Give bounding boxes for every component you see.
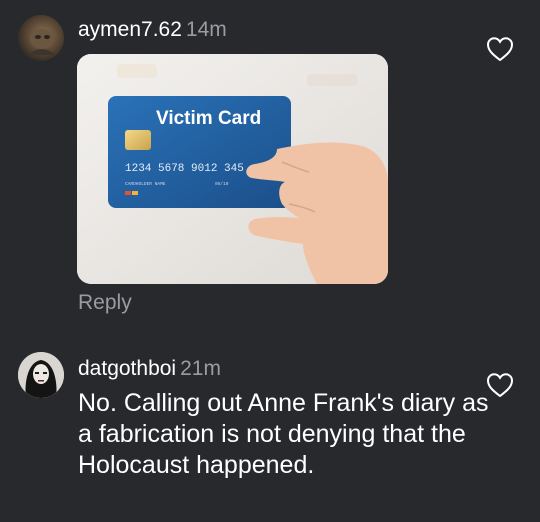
comment-2: datgothboi 21m No. Calling out Anne Frank… bbox=[0, 340, 540, 522]
avatar[interactable] bbox=[18, 15, 64, 61]
timestamp: 14m bbox=[185, 18, 227, 41]
username[interactable]: aymen7.62 bbox=[78, 18, 182, 41]
comment-text: No. Calling out Anne Frank's diary as a … bbox=[78, 389, 489, 479]
comment-header: aymen7.62 14m bbox=[78, 18, 227, 42]
card-expiry: 05/19 bbox=[215, 181, 229, 187]
timestamp: 21m bbox=[180, 357, 221, 380]
avatar[interactable] bbox=[18, 352, 64, 398]
card-holder: CARDHOLDER NAME bbox=[125, 181, 166, 187]
attached-image[interactable]: Victim Card 1234 5678 9012 345 CARDHOLDE… bbox=[77, 54, 388, 284]
reply-button[interactable]: Reply bbox=[78, 291, 132, 315]
username[interactable]: datgothboi bbox=[78, 357, 176, 380]
comment-1: aymen7.62 14m Victim Card 1234 5678 9012… bbox=[0, 0, 540, 330]
card-number: 1234 5678 9012 345 bbox=[125, 163, 244, 175]
comment-header: datgothboi 21m bbox=[78, 357, 221, 381]
heart-icon[interactable] bbox=[486, 36, 514, 62]
card-title: Victim Card bbox=[156, 108, 261, 129]
